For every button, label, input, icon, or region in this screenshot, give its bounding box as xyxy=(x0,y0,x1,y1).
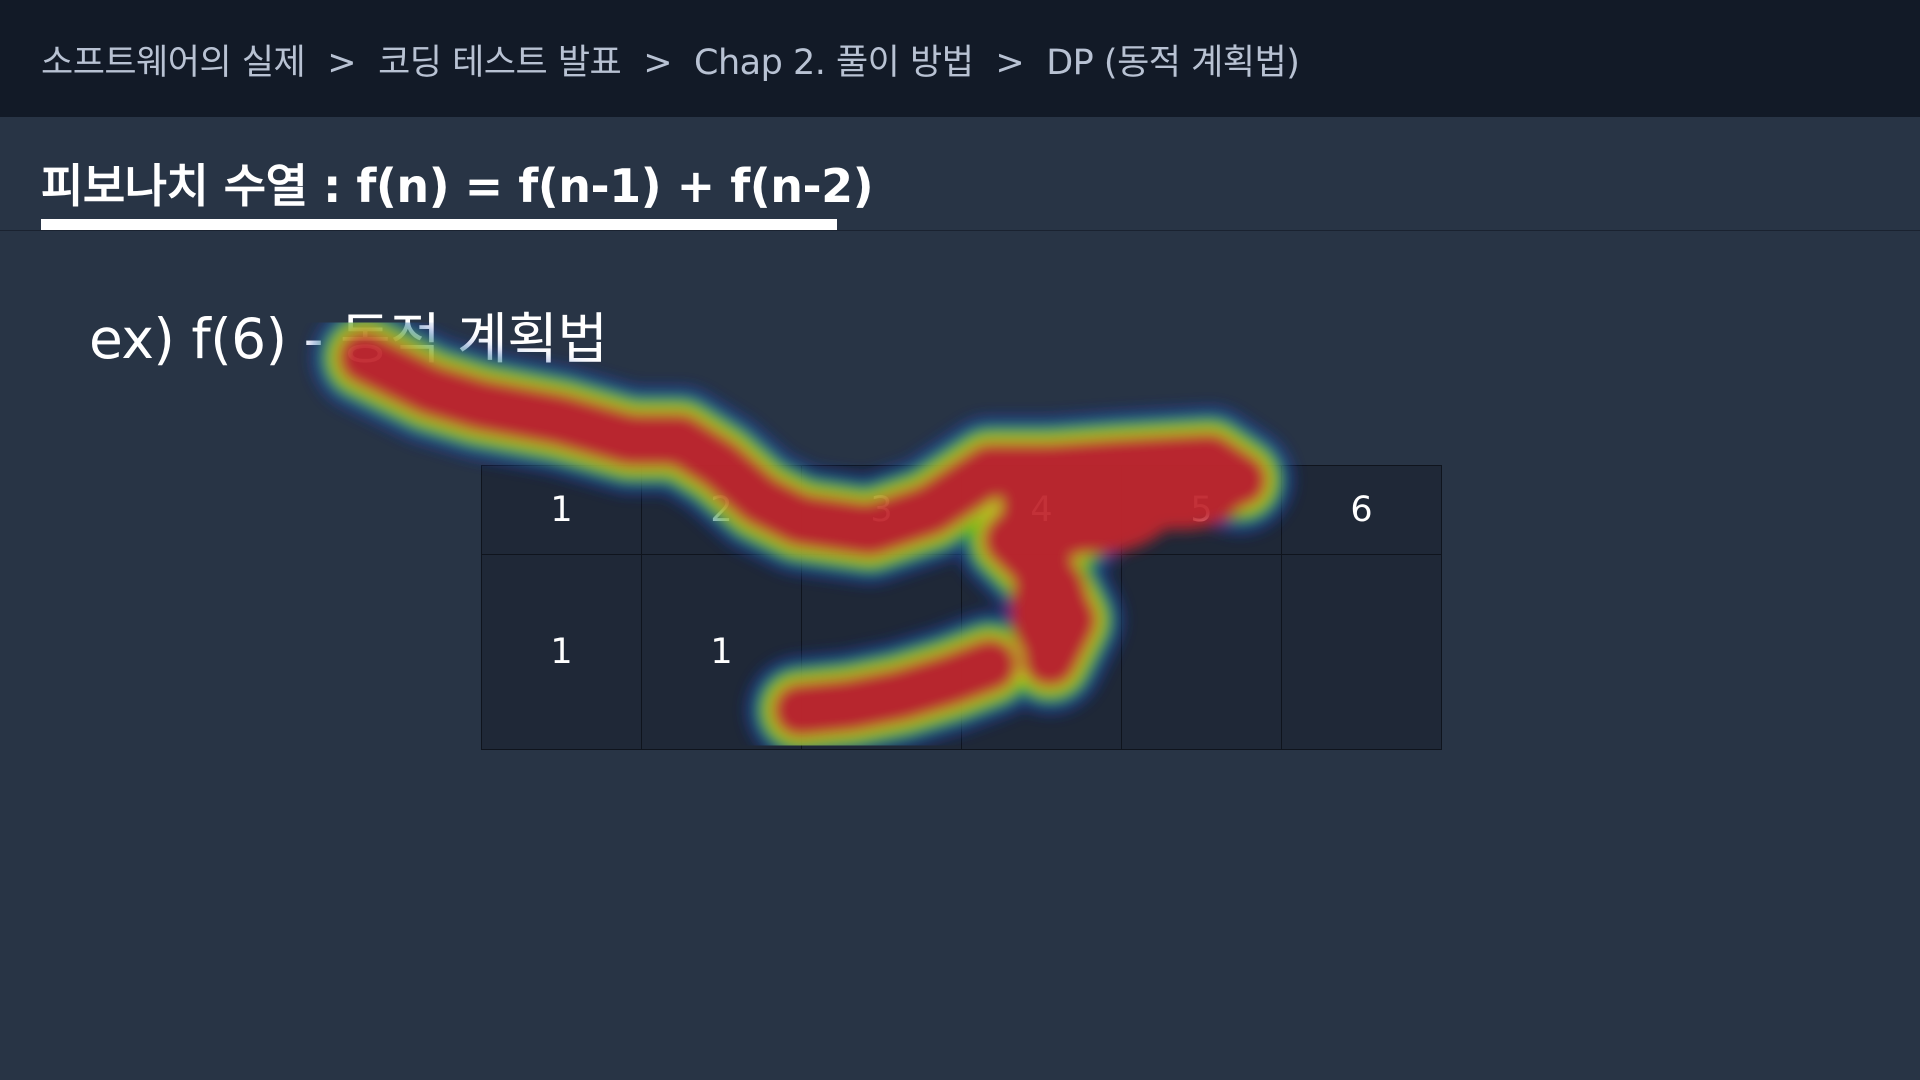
value-cell: 1 xyxy=(481,554,642,750)
section-divider xyxy=(0,230,1920,231)
breadcrumb: 소프트웨어의 실제 > 코딩 테스트 발표 > Chap 2. 풀이 방법 > DP (동적… xyxy=(41,34,1300,85)
dp-table: 1 2 3 4 5 6 1 1 xyxy=(481,465,1442,750)
breadcrumb-separator: > xyxy=(327,43,357,83)
slide-title: 피보나치 수열 : f(n) = f(n-1) + f(n-2) xyxy=(41,159,874,213)
slide: 소프트웨어의 실제 > 코딩 테스트 발표 > Chap 2. 풀이 방법 > DP (동적… xyxy=(0,0,1920,1080)
index-cell: 2 xyxy=(641,465,802,555)
breadcrumb-item-software[interactable]: 소프트웨어의 실제 xyxy=(41,43,306,83)
index-cell: 5 xyxy=(1121,465,1282,555)
example-heading: ex) f(6) - 동적 계획법 xyxy=(89,307,608,371)
value-cell xyxy=(1121,554,1282,750)
value-cell: 1 xyxy=(641,554,802,750)
value-cell xyxy=(801,554,962,750)
index-cell: 4 xyxy=(961,465,1122,555)
breadcrumb-item-chapter[interactable]: Chap 2. 풀이 방법 xyxy=(694,43,974,83)
breadcrumb-separator: > xyxy=(643,43,673,83)
breadcrumb-item-dp[interactable]: DP (동적 계획법) xyxy=(1046,43,1300,83)
index-cell: 1 xyxy=(481,465,642,555)
value-cell xyxy=(961,554,1122,750)
value-cell xyxy=(1281,554,1442,750)
index-cell: 6 xyxy=(1281,465,1442,555)
breadcrumb-separator: > xyxy=(995,43,1025,83)
table-row-values: 1 1 xyxy=(481,554,1442,750)
table-row-index: 1 2 3 4 5 6 xyxy=(481,465,1442,555)
top-bar: 소프트웨어의 실제 > 코딩 테스트 발표 > Chap 2. 풀이 방법 > DP (동적… xyxy=(0,0,1920,117)
index-cell: 3 xyxy=(801,465,962,555)
breadcrumb-item-coding-test[interactable]: 코딩 테스트 발표 xyxy=(378,43,622,83)
